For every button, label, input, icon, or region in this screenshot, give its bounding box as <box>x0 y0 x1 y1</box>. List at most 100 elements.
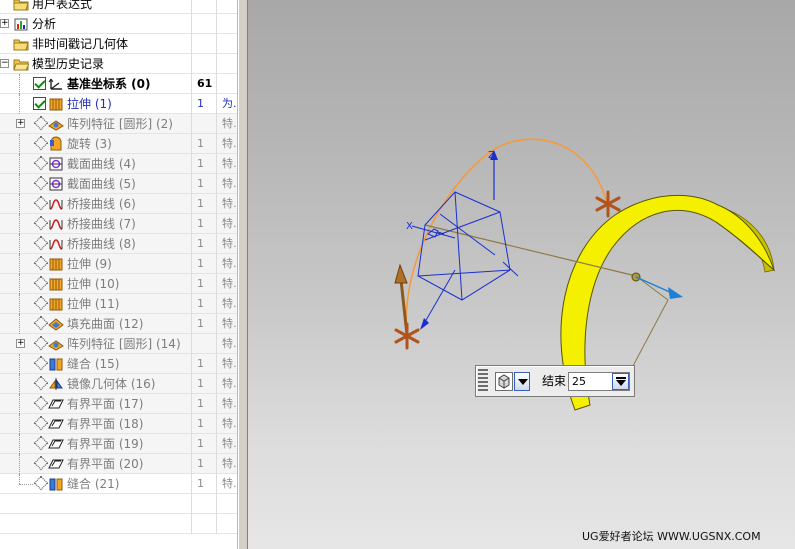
tree-node-count: 1 <box>193 254 217 274</box>
tree-node-label: 缝合 (15) <box>67 357 120 371</box>
tree-node-type: 特. <box>222 457 237 470</box>
tree-node-bridge-curve-7[interactable]: 桥接曲线 (7) 1 特. <box>0 214 237 234</box>
dynamic-input-box[interactable]: 结束 <box>475 365 635 397</box>
end-label: 结束 <box>542 374 567 388</box>
tree-node-label: 非时间戳记几何体 <box>32 37 129 51</box>
tree-node-type: 特. <box>222 397 237 410</box>
panel-splitter[interactable] <box>238 0 248 549</box>
tree-node-count: 1 <box>193 134 217 154</box>
cube-icon[interactable] <box>495 372 513 391</box>
tree-node-bounded-plane-20[interactable]: 有界平面 (20) 1 特. <box>0 454 237 474</box>
section-curve-icon <box>48 176 64 192</box>
y-axis-mark <box>502 261 519 277</box>
tree-node-type <box>218 0 237 14</box>
tree-node-extrude-10[interactable]: 拉伸 (10) 1 特. <box>0 274 237 294</box>
tree-node-section-curve-5[interactable]: 截面曲线 (5) 1 特. <box>0 174 237 194</box>
bounded-plane-icon <box>48 396 64 412</box>
tree-node-count: 1 <box>193 274 217 294</box>
value-dropdown-button[interactable] <box>612 373 629 390</box>
tree-node-user-expressions[interactable]: 用户表达式 <box>0 0 237 14</box>
bounded-plane-icon <box>48 436 64 452</box>
tree-node-count <box>193 34 217 54</box>
tree-node-count: 1 <box>193 354 217 374</box>
tree-node-type <box>218 14 237 34</box>
tree-node-count: 1 <box>193 234 217 254</box>
tree-node-label: 用户表达式 <box>32 0 93 11</box>
tree-node-type: 特. <box>222 257 237 270</box>
tree-node-type: 特. <box>222 277 237 290</box>
expand-icon[interactable]: + <box>16 339 25 348</box>
part-navigator[interactable]: 用户表达式 + 分析 非时间戳记几何体 − 模型历史记录 基准坐标系 (0) 6… <box>0 0 238 549</box>
bridge-curve-icon <box>48 236 64 252</box>
tree-node-count: 1 <box>193 94 217 114</box>
direction-arrowhead <box>668 287 683 299</box>
tree-node-sew-15[interactable]: 缝合 (15) 1 特. <box>0 354 237 374</box>
tree-node-extrude-1[interactable]: 拉伸 (1) 1 为. <box>0 94 237 114</box>
suppressed-marker-icon <box>33 395 49 411</box>
tree-node-bounded-plane-18[interactable]: 有界平面 (18) 1 特. <box>0 414 237 434</box>
tree-node-type: 特. <box>222 437 237 450</box>
suppressed-marker-icon <box>33 375 49 391</box>
tree-node-count: 1 <box>193 214 217 234</box>
tree-node-label: 拉伸 (1) <box>67 97 112 111</box>
tree-node-analysis[interactable]: + 分析 <box>0 14 237 34</box>
suppressed-marker-icon <box>33 255 49 271</box>
tree-node-bridge-curve-8[interactable]: 桥接曲线 (8) 1 特. <box>0 234 237 254</box>
tree-node-bounded-plane-17[interactable]: 有界平面 (17) 1 特. <box>0 394 237 414</box>
suppressed-marker-icon <box>33 435 49 451</box>
tree-node-non-timestamp-geometry[interactable]: 非时间戳记几何体 <box>0 34 237 54</box>
tree-node-type: 特. <box>222 337 237 350</box>
model-scene[interactable]: Z X <box>248 0 795 549</box>
tree-node-label: 拉伸 (11) <box>67 297 120 311</box>
visibility-checkbox[interactable] <box>33 97 46 110</box>
tree-node-type: 特. <box>222 417 237 430</box>
tree-node-type: 特. <box>222 357 237 370</box>
tree-node-label: 拉伸 (10) <box>67 277 120 291</box>
tree-node-sew-21[interactable]: 缝合 (21) 1 特. <box>0 474 237 494</box>
graphics-window[interactable]: Z X 结束 <box>248 0 795 549</box>
tree-node-section-curve-4[interactable]: 截面曲线 (4) 1 特. <box>0 154 237 174</box>
tree-node-label: 有界平面 (20) <box>67 457 144 471</box>
bounded-plane-icon <box>48 456 64 472</box>
handle-blue-arrowhead <box>420 318 429 330</box>
tree-node-label: 缝合 (21) <box>67 477 120 491</box>
direction-arrow <box>635 276 673 294</box>
suppressed-marker-icon <box>33 235 49 251</box>
suppressed-marker-icon <box>33 355 49 371</box>
tree-node-label: 基准坐标系 (0) <box>67 77 151 91</box>
tree-node-model-history[interactable]: − 模型历史记录 <box>0 54 237 74</box>
tree-node-mirror-geometry-16[interactable]: 镜像几何体 (16) 1 特. <box>0 374 237 394</box>
tree-node-extrude-9[interactable]: 拉伸 (9) 1 特. <box>0 254 237 274</box>
suppressed-marker-icon <box>33 195 49 211</box>
tree-node-type: 特. <box>222 117 237 130</box>
tree-node-count: 1 <box>193 414 217 434</box>
tree-node-count: 1 <box>193 154 217 174</box>
expand-icon[interactable]: + <box>16 119 25 128</box>
tree-node-label: 有界平面 (19) <box>67 437 144 451</box>
tree-node-count: 1 <box>193 194 217 214</box>
folder-open-icon <box>13 56 30 72</box>
tree-node-revolve-3[interactable]: 旋转 (3) 1 特. <box>0 134 237 154</box>
suppressed-marker-icon <box>33 455 49 471</box>
tree-node-count <box>193 14 217 34</box>
mirror-geometry-icon <box>48 376 64 392</box>
tree-node-pattern-feature-2[interactable]: + 阵列特征 [圆形] (2) 特. <box>0 114 237 134</box>
suppressed-marker-icon <box>33 415 49 431</box>
tree-node-pattern-feature-14[interactable]: + 阵列特征 [圆形] (14) 特. <box>0 334 237 354</box>
option-dropdown-button[interactable] <box>514 372 530 391</box>
bridge-curve-icon <box>48 216 64 232</box>
collapse-icon[interactable]: − <box>0 59 9 68</box>
suppressed-marker-icon <box>33 315 49 331</box>
tree-node-count: 1 <box>193 314 217 334</box>
tree-node-count: 1 <box>193 174 217 194</box>
tree-node-bridge-curve-6[interactable]: 桥接曲线 (6) 1 特. <box>0 194 237 214</box>
tree-node-fill-surface-12[interactable]: 填充曲面 (12) 1 特. <box>0 314 237 334</box>
tree-node-count: 1 <box>193 374 217 394</box>
tree-node-bounded-plane-19[interactable]: 有界平面 (19) 1 特. <box>0 434 237 454</box>
tree-node-datum-csys[interactable]: 基准坐标系 (0) 61 <box>0 74 237 94</box>
tree-node-label: 桥接曲线 (7) <box>67 217 136 231</box>
tree-node-extrude-11[interactable]: 拉伸 (11) 1 特. <box>0 294 237 314</box>
visibility-checkbox[interactable] <box>33 77 46 90</box>
drag-grip-icon[interactable] <box>478 369 488 393</box>
expand-icon[interactable]: + <box>0 19 9 28</box>
